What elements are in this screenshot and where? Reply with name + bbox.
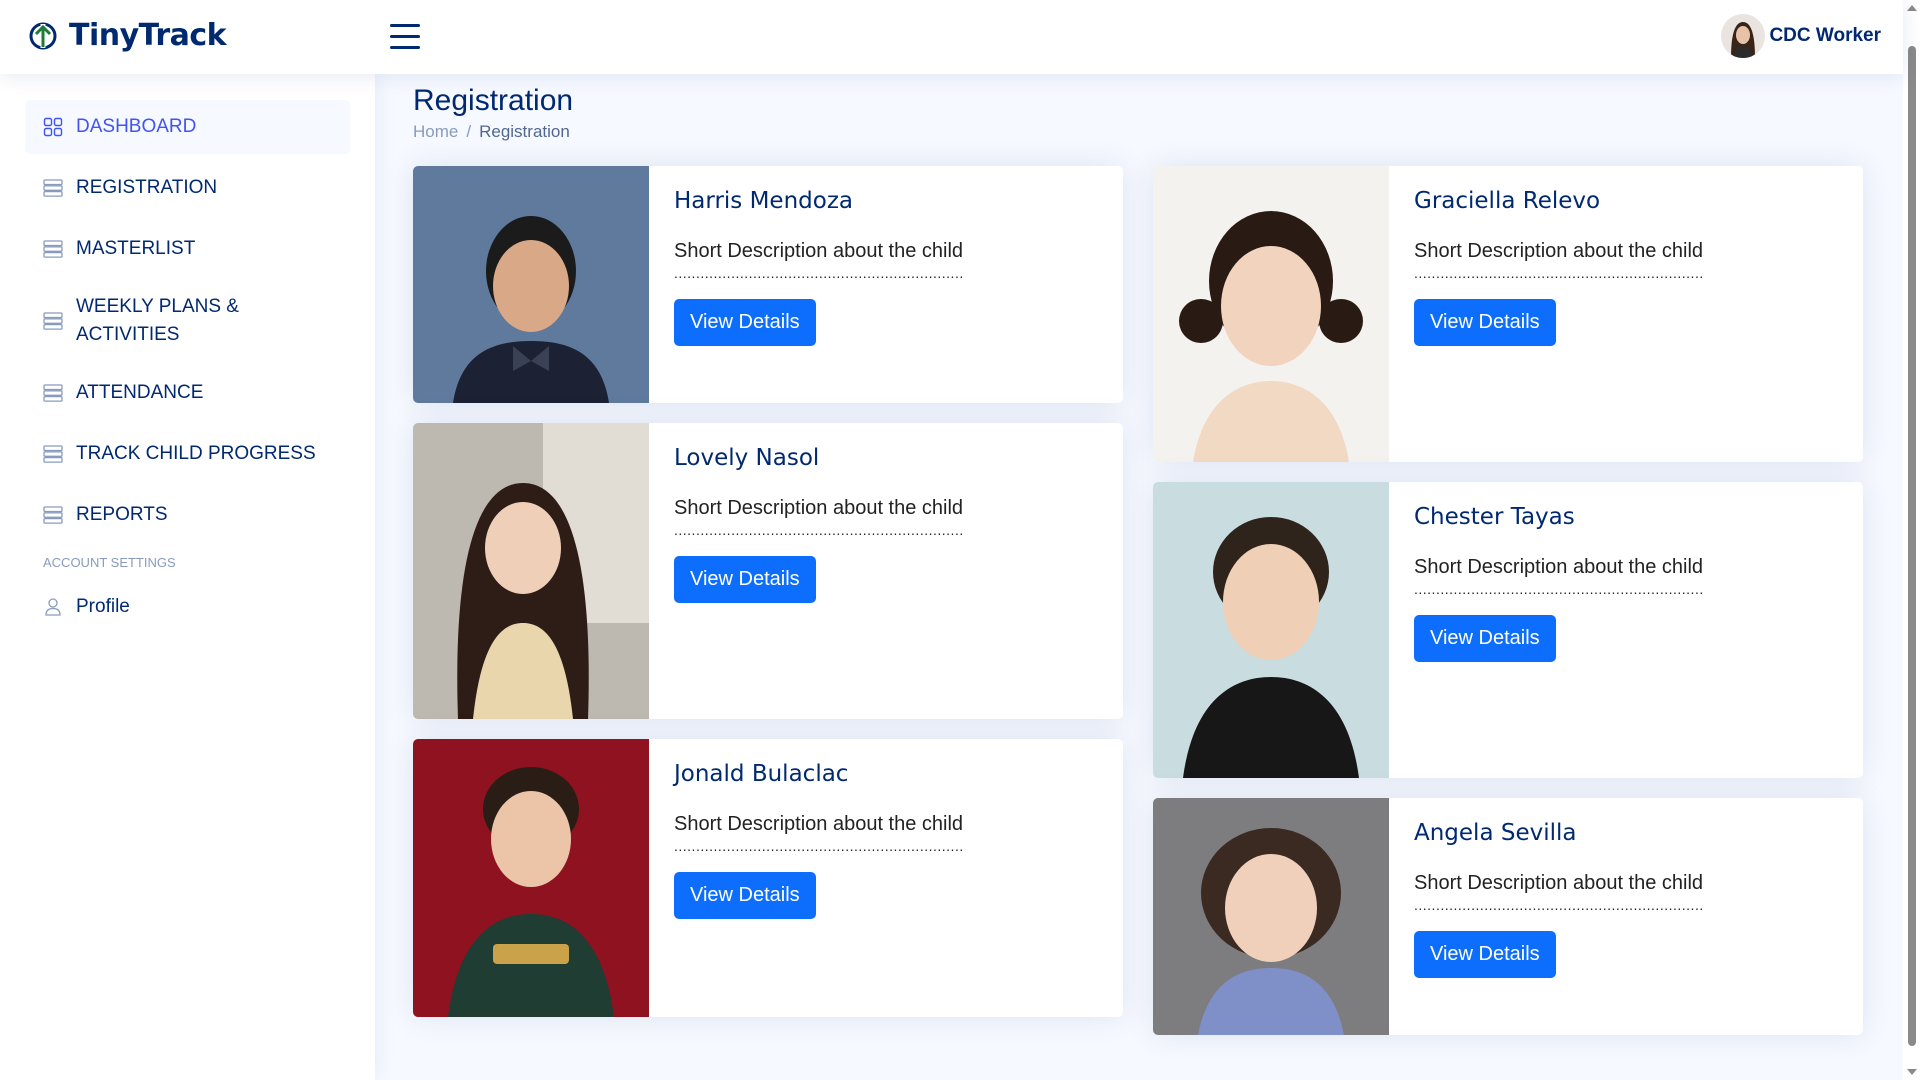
child-description: Short Description about the child <box>1414 556 1704 578</box>
card-body: Harris Mendoza Short Description about t… <box>674 188 964 346</box>
sidebar: DASHBOARD REGISTRATION MASTERLIST WEEKLY… <box>0 74 375 1080</box>
child-name: Angela Sevilla <box>1414 820 1577 846</box>
app-name: TinyTrack <box>69 18 227 53</box>
sidebar-item-label: TRACK CHILD PROGRESS <box>76 443 316 464</box>
view-details-button[interactable]: View Details <box>674 299 816 346</box>
person-icon <box>45 598 61 616</box>
child-name: Graciella Relevo <box>1414 188 1601 214</box>
card-body: Jonald Bulaclac Short Description about … <box>674 761 964 919</box>
sidebar-item-label: REGISTRATION <box>76 177 218 198</box>
child-description: Short Description about the child <box>1414 240 1704 262</box>
logo[interactable]: TinyTrack <box>27 18 227 53</box>
child-photo <box>1153 166 1389 462</box>
child-photo <box>413 739 649 1017</box>
hamburger-line <box>390 46 420 49</box>
description-dots: ........................................… <box>674 522 964 538</box>
sidebar-item-track-child-progress[interactable]: TRACK CHILD PROGRESS <box>25 427 350 481</box>
header: TinyTrack CDC Worker <box>0 0 1903 74</box>
child-card: Lovely Nasol Short Description about the… <box>413 423 1123 719</box>
sidebar-item-profile[interactable]: Profile <box>25 580 350 634</box>
card-body: Chester Tayas Short Description about th… <box>1414 504 1704 662</box>
list-icon <box>43 445 63 463</box>
toggle-sidebar-button[interactable] <box>390 24 420 50</box>
child-description: Short Description about the child <box>1414 872 1704 894</box>
view-details-button[interactable]: View Details <box>1414 615 1556 662</box>
child-name: Lovely Nasol <box>674 445 820 471</box>
child-photo <box>1153 482 1389 778</box>
view-details-button[interactable]: View Details <box>674 556 816 603</box>
tinytrack-logo-icon <box>29 22 57 49</box>
child-name: Chester Tayas <box>1414 504 1575 530</box>
description-dots: ........................................… <box>674 838 964 854</box>
hamburger-line <box>390 24 420 27</box>
scrollbar-thumb[interactable] <box>1908 46 1916 1046</box>
child-card: Chester Tayas Short Description about th… <box>1153 482 1863 778</box>
sidebar-item-registration[interactable]: REGISTRATION <box>25 161 350 215</box>
sidebar-item-label: DASHBOARD <box>76 116 197 137</box>
page-scrollbar[interactable] <box>1903 0 1920 1080</box>
description-dots: ........................................… <box>1414 581 1704 597</box>
sidebar-item-weekly-plans[interactable]: WEEKLY PLANS & ACTIVITIES <box>25 283 350 359</box>
page-title: Registration <box>413 84 574 117</box>
list-icon <box>43 179 63 197</box>
view-details-button[interactable]: View Details <box>1414 931 1556 978</box>
view-details-button[interactable]: View Details <box>674 872 816 919</box>
sidebar-item-dashboard[interactable]: DASHBOARD <box>25 100 350 154</box>
description-dots: ........................................… <box>1414 897 1704 913</box>
list-icon <box>43 240 63 258</box>
list-icon <box>43 384 63 402</box>
grid-icon <box>43 117 63 137</box>
card-body: Graciella Relevo Short Description about… <box>1414 188 1704 346</box>
card-body: Angela Sevilla Short Description about t… <box>1414 820 1704 978</box>
sidebar-item-label: MASTERLIST <box>76 238 196 259</box>
sidebar-item-label: WEEKLY PLANS & ACTIVITIES <box>76 296 239 345</box>
breadcrumb-separator: / <box>466 122 472 141</box>
list-icon <box>43 312 63 330</box>
sidebar-item-reports[interactable]: REPORTS <box>25 488 350 542</box>
child-name: Jonald Bulaclac <box>674 761 849 787</box>
child-name: Harris Mendoza <box>674 188 853 214</box>
description-dots: ........................................… <box>1414 265 1704 281</box>
view-details-button[interactable]: View Details <box>1414 299 1556 346</box>
account-settings-heading: ACCOUNT SETTINGS <box>43 555 176 570</box>
sidebar-item-attendance[interactable]: ATTENDANCE <box>25 366 350 420</box>
child-card: Graciella Relevo Short Description about… <box>1153 166 1863 462</box>
card-column-right: Graciella Relevo Short Description about… <box>1153 166 1863 1055</box>
child-card: Jonald Bulaclac Short Description about … <box>413 739 1123 1017</box>
sidebar-item-masterlist[interactable]: MASTERLIST <box>25 222 350 276</box>
child-description: Short Description about the child <box>674 813 964 835</box>
user-name: CDC Worker <box>1769 25 1881 46</box>
scroll-down-arrow-icon[interactable] <box>1907 1069 1917 1075</box>
child-photo <box>413 423 649 719</box>
breadcrumb-current: Registration <box>479 122 570 141</box>
child-card: Angela Sevilla Short Description about t… <box>1153 798 1863 1035</box>
breadcrumb: Home / Registration <box>413 122 570 142</box>
child-photo <box>1153 798 1389 1035</box>
child-description: Short Description about the child <box>674 240 964 262</box>
sidebar-item-label: ATTENDANCE <box>76 382 204 403</box>
avatar <box>1721 14 1766 58</box>
child-card: Harris Mendoza Short Description about t… <box>413 166 1123 403</box>
avatar-image <box>1721 14 1766 58</box>
sidebar-item-label: Profile <box>76 596 130 617</box>
user-menu[interactable]: CDC Worker <box>1721 14 1881 58</box>
description-dots: ........................................… <box>674 265 964 281</box>
card-column-left: Harris Mendoza Short Description about t… <box>413 166 1123 1037</box>
card-body: Lovely Nasol Short Description about the… <box>674 445 964 603</box>
hamburger-line <box>390 35 420 38</box>
sidebar-item-label: REPORTS <box>76 504 168 525</box>
scroll-up-arrow-icon[interactable] <box>1907 5 1917 11</box>
breadcrumb-home-link[interactable]: Home <box>413 122 458 141</box>
child-photo <box>413 166 649 403</box>
child-description: Short Description about the child <box>674 497 964 519</box>
list-icon <box>43 506 63 524</box>
